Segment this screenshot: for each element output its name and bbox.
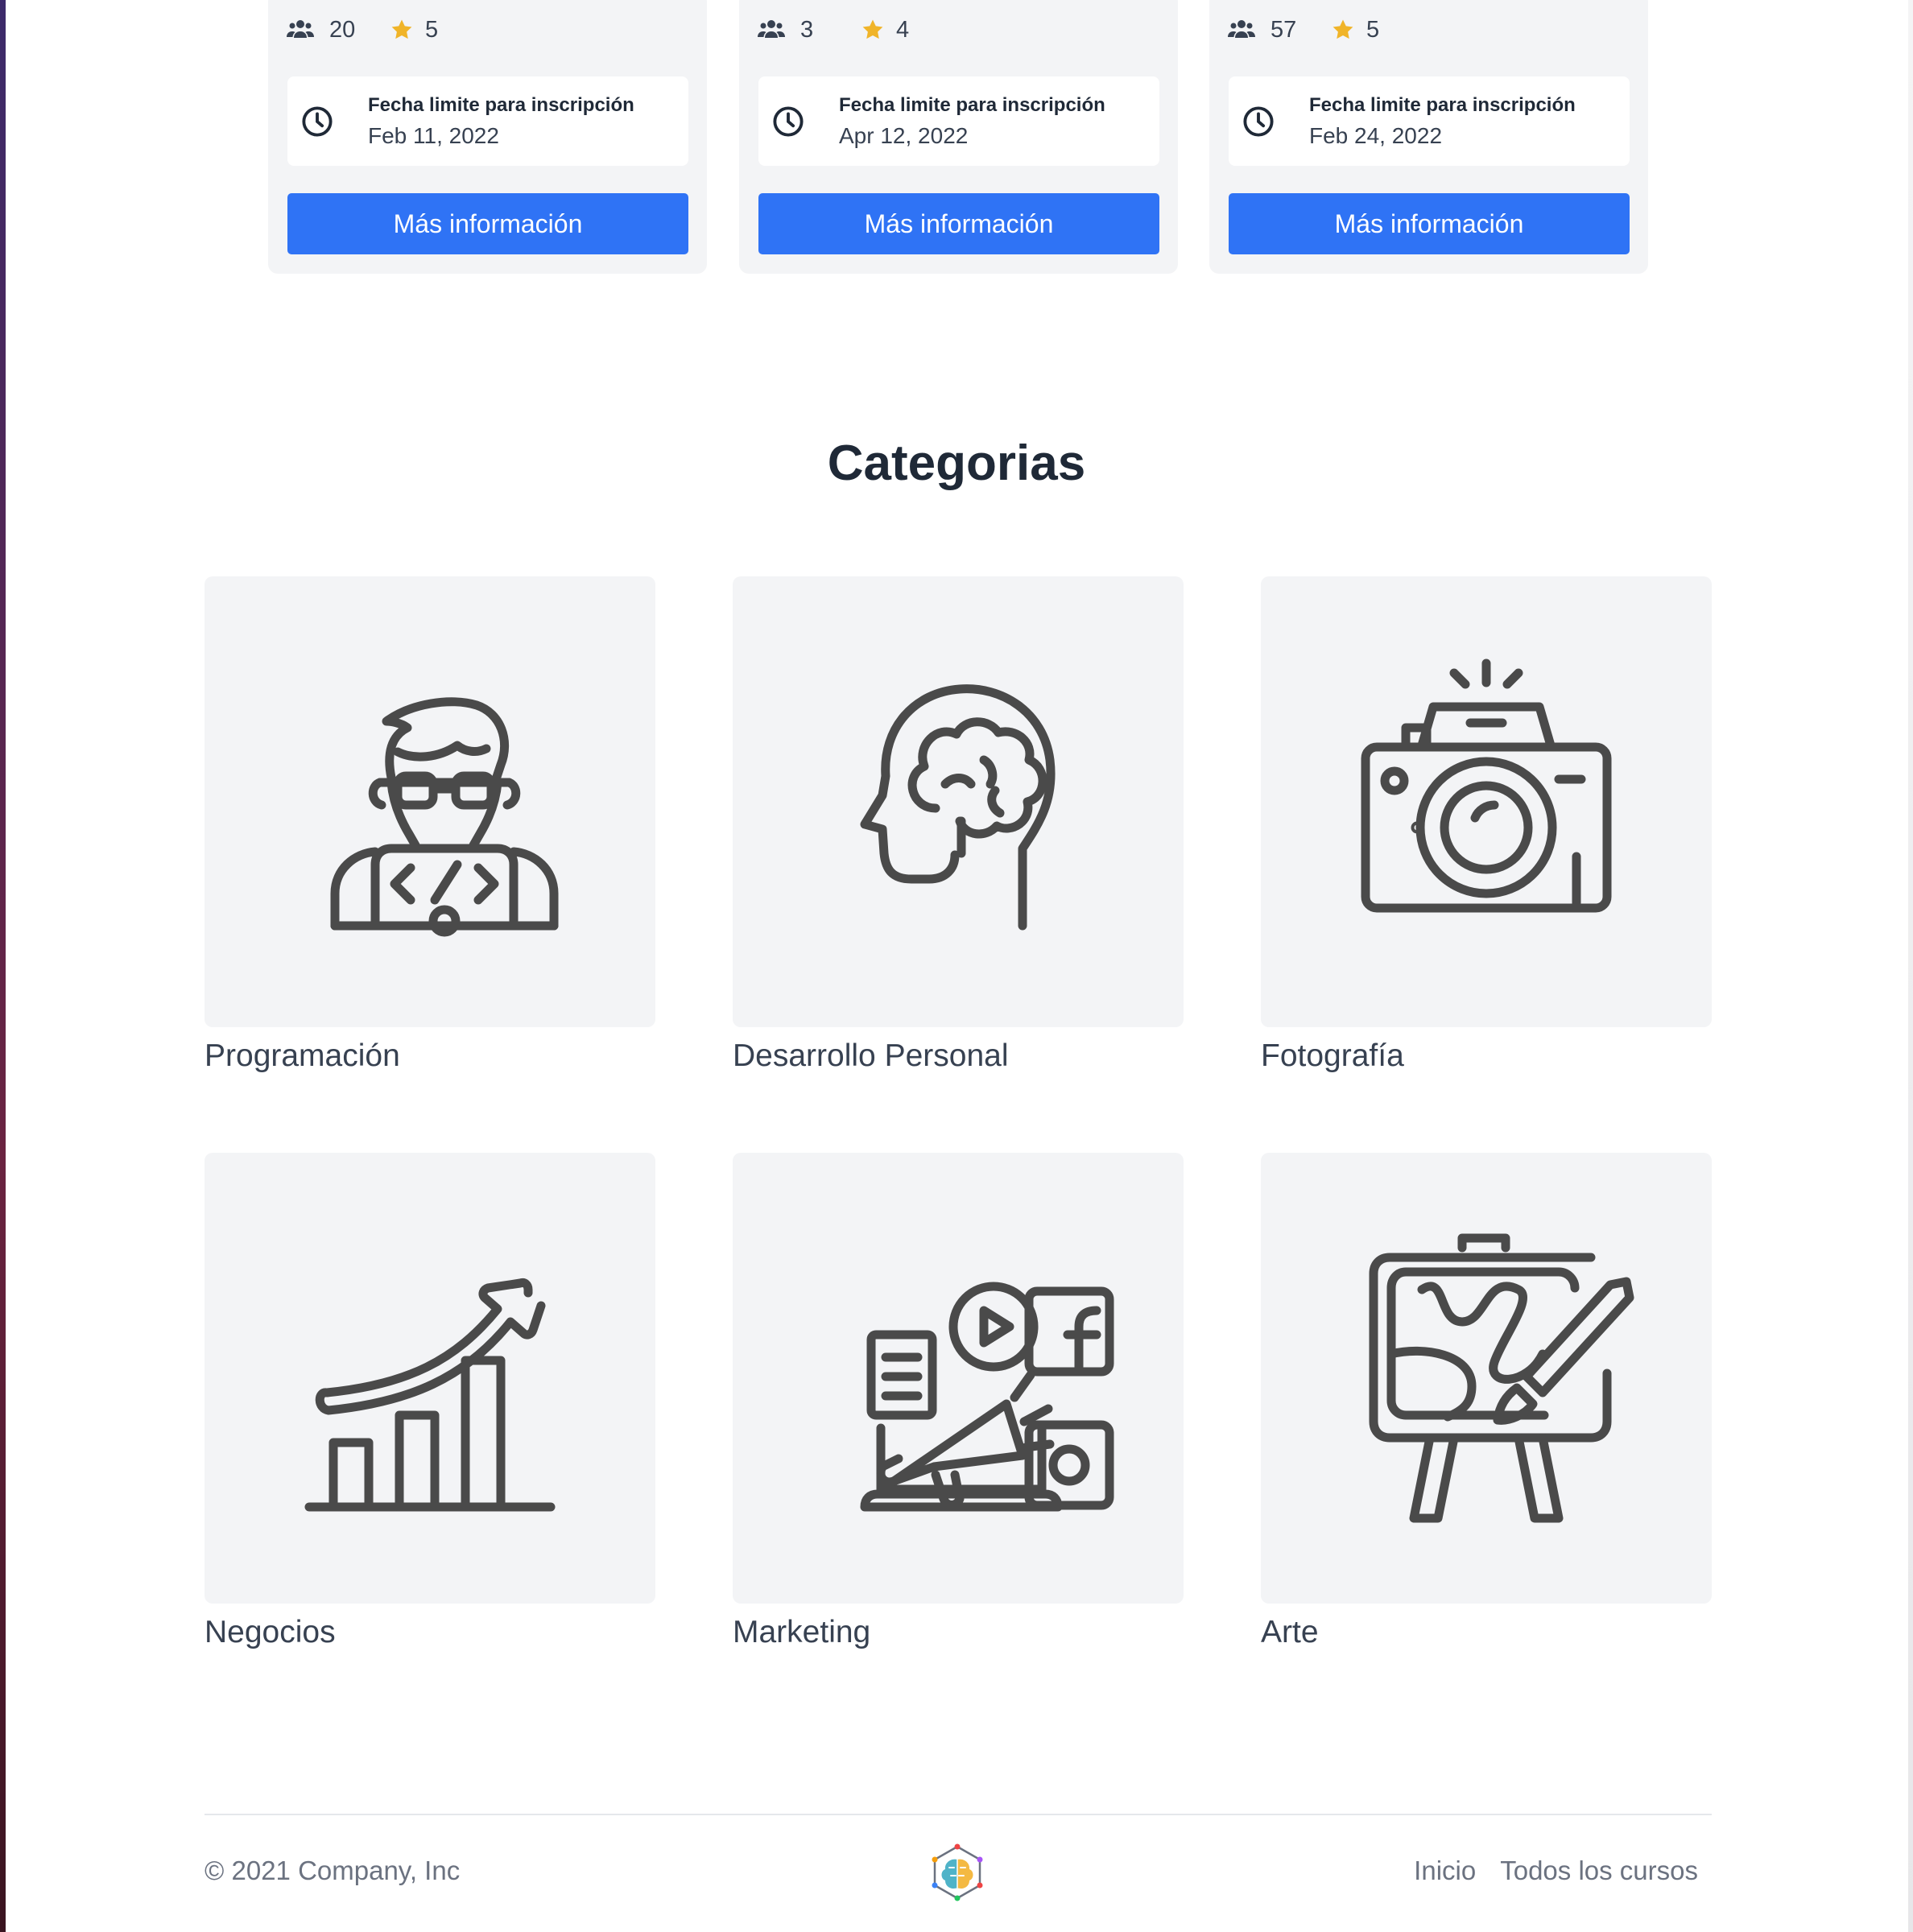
star-icon [1331,18,1355,42]
star-icon [861,18,885,42]
deadline-date: Feb 24, 2022 [1309,123,1443,148]
deadline-label: Fecha limite para inscripción [368,94,634,116]
category-tile[interactable] [205,1153,655,1604]
category-tile[interactable] [733,1153,1184,1604]
course-card: 20 5 Fecha limite para inscripción Feb 1… [268,0,707,274]
window-left-edge [0,0,6,1932]
categories-title: Categorias [827,436,1086,491]
megaphone-social-icon [797,1216,1119,1542]
more-info-button[interactable]: Más información [287,193,688,254]
star-icon [390,18,414,42]
category-tile[interactable] [1261,576,1712,1027]
category-tile[interactable] [1261,1153,1712,1604]
category-negocios[interactable]: Negocios [205,1153,655,1650]
users-icon [1227,19,1256,41]
camera-icon [1325,639,1647,965]
window-right-edge [1908,0,1913,1932]
category-tile[interactable] [733,576,1184,1027]
programmer-icon [269,639,591,965]
course-card: 3 4 Fecha limite para inscripción Apr 12… [739,0,1178,274]
course-card: 57 5 Fecha limite para inscripción Feb 2… [1209,0,1648,274]
students-count: 3 [800,16,814,43]
deadline-box: Fecha limite para inscripción Feb 24, 20… [1229,76,1630,166]
category-name[interactable]: Negocios [205,1615,655,1650]
footer-link-todos-los-cursos[interactable]: Todos los cursos [1500,1856,1698,1886]
clock-icon [771,105,805,142]
footer-link-inicio[interactable]: Inicio [1414,1856,1476,1886]
course-stats: 57 5 [1227,14,1379,46]
category-name[interactable]: Desarrollo Personal [733,1038,1184,1074]
rating-value: 5 [425,16,439,43]
easel-icon [1325,1216,1647,1542]
users-icon [286,19,315,41]
category-desarrollo-personal[interactable]: Desarrollo Personal [733,576,1184,1074]
students-stat: 20 [286,17,390,43]
rating-stat: 5 [1331,17,1379,43]
students-stat: 57 [1227,17,1331,43]
category-programacion[interactable]: Programación [205,576,655,1074]
footer-divider [205,1814,1712,1815]
deadline-box: Fecha limite para inscripción Feb 11, 20… [287,76,688,166]
category-arte[interactable]: Arte [1261,1153,1712,1650]
category-name[interactable]: Programación [205,1038,655,1074]
footer-copyright: © 2021 Company, Inc [205,1856,461,1885]
category-name[interactable]: Arte [1261,1615,1712,1650]
clock-icon [1242,105,1275,142]
students-stat: 3 [757,17,861,43]
rating-stat: 4 [861,17,909,43]
brain-logo-icon[interactable] [928,1843,986,1905]
deadline-date: Apr 12, 2022 [839,123,969,148]
more-info-button[interactable]: Más información [758,193,1159,254]
users-icon [757,19,786,41]
rating-value: 4 [896,16,910,43]
category-name[interactable]: Marketing [733,1615,1184,1650]
students-count: 57 [1271,16,1297,43]
rating-stat: 5 [390,17,438,43]
rating-value: 5 [1366,16,1380,43]
deadline-box: Fecha limite para inscripción Apr 12, 20… [758,76,1159,166]
more-info-button[interactable]: Más información [1229,193,1630,254]
growth-chart-icon [269,1216,591,1542]
deadline-label: Fecha limite para inscripción [1309,94,1576,116]
course-stats: 20 5 [286,14,438,46]
deadline-date: Feb 11, 2022 [368,123,499,148]
deadline-label: Fecha limite para inscripción [839,94,1105,116]
category-marketing[interactable]: Marketing [733,1153,1184,1650]
course-cards-row: 20 5 Fecha limite para inscripción Feb 1… [0,0,1913,274]
course-stats: 3 4 [757,14,909,46]
students-count: 20 [329,16,356,43]
category-name[interactable]: Fotografía [1261,1038,1712,1074]
clock-icon [300,105,334,142]
category-tile[interactable] [205,576,655,1027]
category-fotografia[interactable]: Fotografía [1261,576,1712,1074]
footer-nav: Inicio Todos los cursos [1414,1856,1698,1886]
head-brain-icon [797,639,1119,965]
